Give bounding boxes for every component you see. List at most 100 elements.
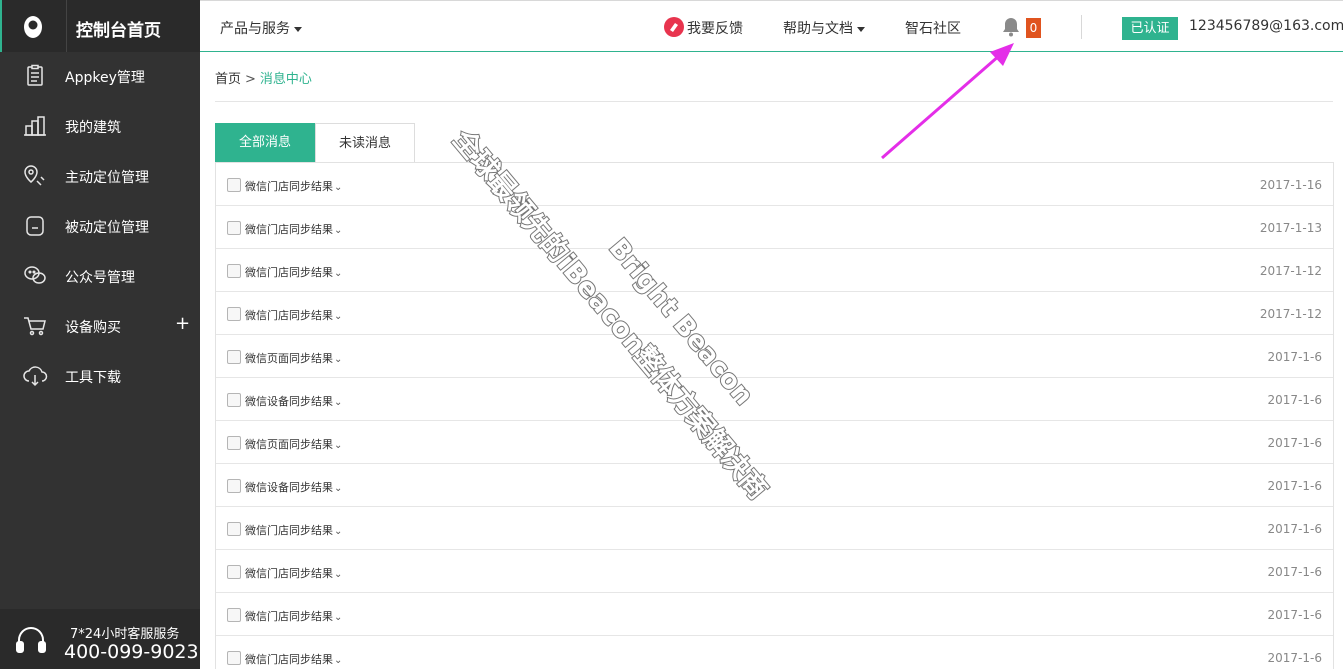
message-checkbox[interactable] <box>227 522 241 536</box>
products-services-menu[interactable]: 产品与服务 <box>220 18 302 38</box>
message-date: 2017-1-6 <box>1267 608 1322 622</box>
sidebar-item-tools-download[interactable]: 工具下载 <box>0 351 200 401</box>
expand-plus-icon[interactable]: + <box>175 313 190 334</box>
sidebar-item-buildings[interactable]: 我的建筑 <box>0 101 200 151</box>
message-date: 2017-1-6 <box>1267 479 1322 493</box>
chevron-down-icon: ⌄ <box>334 526 343 537</box>
chevron-down-icon: ⌄ <box>334 397 343 408</box>
message-checkbox[interactable] <box>227 608 241 622</box>
sidebar-item-label: Appkey管理 <box>65 70 145 86</box>
message-checkbox[interactable] <box>227 350 241 364</box>
message-checkbox[interactable] <box>227 393 241 407</box>
chevron-down-icon: ⌄ <box>334 655 343 666</box>
message-row[interactable]: 微信门店同步结果⌄ 2017-1-13 <box>216 206 1333 249</box>
message-subject[interactable]: 微信页面同步结果⌄ <box>245 350 342 366</box>
message-subject[interactable]: 微信门店同步结果⌄ <box>245 221 342 237</box>
message-row[interactable]: 微信设备同步结果⌄ 2017-1-6 <box>216 378 1333 421</box>
clipboard-icon <box>22 63 48 89</box>
feedback-link[interactable]: 我要反馈 <box>687 18 743 38</box>
message-row[interactable]: 微信门店同步结果⌄ 2017-1-6 <box>216 507 1333 550</box>
chevron-down-icon <box>857 26 865 32</box>
products-services-label: 产品与服务 <box>220 21 290 37</box>
message-row[interactable]: 微信门店同步结果⌄ 2017-1-12 <box>216 249 1333 292</box>
message-row[interactable]: 微信门店同步结果⌄ 2017-1-6 <box>216 550 1333 593</box>
message-date: 2017-1-13 <box>1259 221 1322 235</box>
message-date: 2017-1-12 <box>1259 264 1322 278</box>
message-row[interactable]: 微信门店同步结果⌄ 2017-1-6 <box>216 593 1333 636</box>
message-checkbox[interactable] <box>227 479 241 493</box>
message-date: 2017-1-6 <box>1267 565 1322 579</box>
headset-icon <box>14 623 48 657</box>
breadcrumb-home[interactable]: 首页 <box>215 72 241 87</box>
device-icon <box>22 213 48 239</box>
message-date: 2017-1-6 <box>1267 522 1322 536</box>
sidebar-item-device-purchase[interactable]: 设备购买 + <box>0 301 200 351</box>
message-list: 微信门店同步结果⌄ 2017-1-16 微信门店同步结果⌄ 2017-1-13 … <box>215 162 1334 669</box>
service-phone: 400-099-9023 <box>64 641 199 663</box>
message-subject[interactable]: 微信门店同步结果⌄ <box>245 651 342 667</box>
message-subject[interactable]: 微信设备同步结果⌄ <box>245 393 342 409</box>
message-subject[interactable]: 微信门店同步结果⌄ <box>245 565 342 581</box>
sidebar-item-label: 主动定位管理 <box>65 170 149 186</box>
message-row[interactable]: 微信页面同步结果⌄ 2017-1-6 <box>216 421 1333 464</box>
chevron-down-icon: ⌄ <box>334 268 343 279</box>
divider <box>215 101 1333 102</box>
message-checkbox[interactable] <box>227 264 241 278</box>
service-label: 7*24小时客服服务 <box>70 627 180 642</box>
feedback-icon[interactable] <box>663 16 685 38</box>
message-date: 2017-1-16 <box>1259 178 1322 192</box>
message-checkbox[interactable] <box>227 565 241 579</box>
message-checkbox[interactable] <box>227 651 241 665</box>
sidebar-item-label: 设备购买 <box>65 320 121 336</box>
message-date: 2017-1-6 <box>1267 393 1322 407</box>
message-subject[interactable]: 微信页面同步结果⌄ <box>245 436 342 452</box>
message-subject[interactable]: 微信门店同步结果⌄ <box>245 608 342 624</box>
message-checkbox[interactable] <box>227 436 241 450</box>
chevron-down-icon: ⌄ <box>334 354 343 365</box>
bell-icon[interactable] <box>1000 16 1022 38</box>
eye-logo-icon <box>0 0 66 52</box>
message-checkbox[interactable] <box>227 221 241 235</box>
sidebar-item-passive-positioning[interactable]: 被动定位管理 <box>0 201 200 251</box>
chevron-down-icon: ⌄ <box>334 612 343 623</box>
sidebar-item-active-positioning[interactable]: 主动定位管理 <box>0 151 200 201</box>
chevron-down-icon: ⌄ <box>334 182 343 193</box>
sidebar-item-label: 我的建筑 <box>65 120 121 136</box>
chevron-down-icon: ⌄ <box>334 311 343 322</box>
message-checkbox[interactable] <box>227 178 241 192</box>
message-row[interactable]: 微信门店同步结果⌄ 2017-1-12 <box>216 292 1333 335</box>
chevron-down-icon: ⌄ <box>334 225 343 236</box>
account-email: 123456789@163.com <box>1189 18 1343 34</box>
message-subject[interactable]: 微信门店同步结果⌄ <box>245 178 342 194</box>
sidebar-item-official-accounts[interactable]: 公众号管理 <box>0 251 200 301</box>
message-subject[interactable]: 微信门店同步结果⌄ <box>245 307 342 323</box>
account-menu[interactable]: 123456789@163.com <box>1189 18 1343 34</box>
community-link[interactable]: 智石社区 <box>905 18 961 38</box>
tab-all-messages[interactable]: 全部消息 <box>215 123 315 163</box>
breadcrumb-current: 消息中心 <box>259 72 312 87</box>
sidebar-item-label: 工具下载 <box>65 370 121 386</box>
notification-badge[interactable]: 0 <box>1026 18 1041 38</box>
sidebar-brand[interactable]: 控制台首页 <box>0 0 200 52</box>
sidebar-item-label: 公众号管理 <box>65 270 135 286</box>
message-row[interactable]: 微信设备同步结果⌄ 2017-1-6 <box>216 464 1333 507</box>
help-docs-label: 帮助与文档 <box>783 21 853 37</box>
location-pin-icon <box>22 163 48 189</box>
header-divider <box>1081 15 1082 39</box>
cloud-download-icon <box>22 363 48 389</box>
message-subject[interactable]: 微信门店同步结果⌄ <box>245 522 342 538</box>
message-row[interactable]: 微信门店同步结果⌄ 2017-1-6 <box>216 636 1333 669</box>
tab-unread-messages[interactable]: 未读消息 <box>315 123 415 163</box>
message-subject[interactable]: 微信门店同步结果⌄ <box>245 264 342 280</box>
breadcrumb: 首页 > 消息中心 <box>215 68 312 87</box>
message-row[interactable]: 微信门店同步结果⌄ 2017-1-16 <box>216 163 1333 206</box>
message-subject[interactable]: 微信设备同步结果⌄ <box>245 479 342 495</box>
sidebar-item-appkey[interactable]: Appkey管理 <box>0 51 200 101</box>
help-docs-menu[interactable]: 帮助与文档 <box>783 18 865 38</box>
sidebar: 控制台首页 Appkey管理 我的建筑 主动定位管理 被动定位管理 公众号管理 … <box>0 0 200 669</box>
message-row[interactable]: 微信页面同步结果⌄ 2017-1-6 <box>216 335 1333 378</box>
console-home-title[interactable]: 控制台首页 <box>76 16 161 41</box>
message-checkbox[interactable] <box>227 307 241 321</box>
verified-badge[interactable]: 已认证 <box>1122 17 1178 40</box>
cart-icon <box>22 313 48 339</box>
